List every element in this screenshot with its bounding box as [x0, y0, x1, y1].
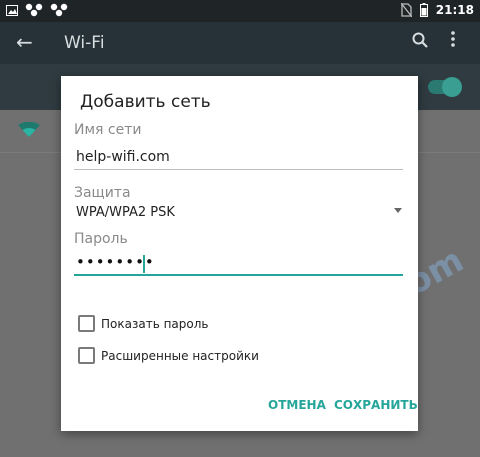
- ssid-label: Имя сети: [74, 122, 142, 138]
- status-system: 21:18: [400, 3, 474, 17]
- battery-icon: [419, 3, 428, 17]
- wifi-toggle[interactable]: [428, 77, 462, 97]
- password-label: Пароль: [74, 231, 128, 247]
- more-vert-icon[interactable]: [450, 30, 456, 48]
- save-button[interactable]: СОХРАНИТЬ: [332, 394, 420, 416]
- status-notifications: [6, 3, 68, 17]
- dropdown-arrow-icon[interactable]: [394, 208, 402, 213]
- show-password-checkbox[interactable]: [78, 315, 95, 332]
- add-network-dialog: Добавить сеть Имя сети help-wifi.com Защ…: [61, 76, 418, 431]
- ssid-underline: [74, 169, 403, 170]
- dialog-title: Добавить сеть: [80, 92, 211, 112]
- ssid-input[interactable]: help-wifi.com: [76, 149, 170, 165]
- show-password-label: Показать пароль: [101, 316, 209, 331]
- cluster-icon: [25, 3, 43, 17]
- back-arrow-icon[interactable]: ←: [16, 30, 33, 54]
- clock: 21:18: [435, 3, 474, 17]
- toggle-knob: [442, 77, 462, 97]
- cancel-button[interactable]: ОТМЕНА: [266, 394, 328, 416]
- wifi-signal-icon: [18, 122, 40, 137]
- cluster-icon: [50, 3, 68, 17]
- show-password-row[interactable]: Показать пароль: [78, 315, 208, 332]
- image-icon: [6, 4, 18, 16]
- advanced-settings-label: Расширенные настройки: [101, 348, 259, 363]
- security-select[interactable]: WPA/WPA2 PSK: [76, 205, 175, 220]
- search-icon[interactable]: [412, 32, 428, 48]
- status-bar: 21:18: [0, 0, 480, 22]
- advanced-settings-row[interactable]: Расширенные настройки: [78, 347, 259, 364]
- security-label: Защита: [74, 185, 131, 201]
- page-title: Wi-Fi: [64, 33, 105, 53]
- password-underline: [74, 274, 403, 276]
- advanced-settings-checkbox[interactable]: [78, 347, 95, 364]
- no-sim-icon: [400, 3, 412, 17]
- text-caret: [143, 255, 145, 273]
- app-bar: ← Wi-Fi: [0, 22, 480, 64]
